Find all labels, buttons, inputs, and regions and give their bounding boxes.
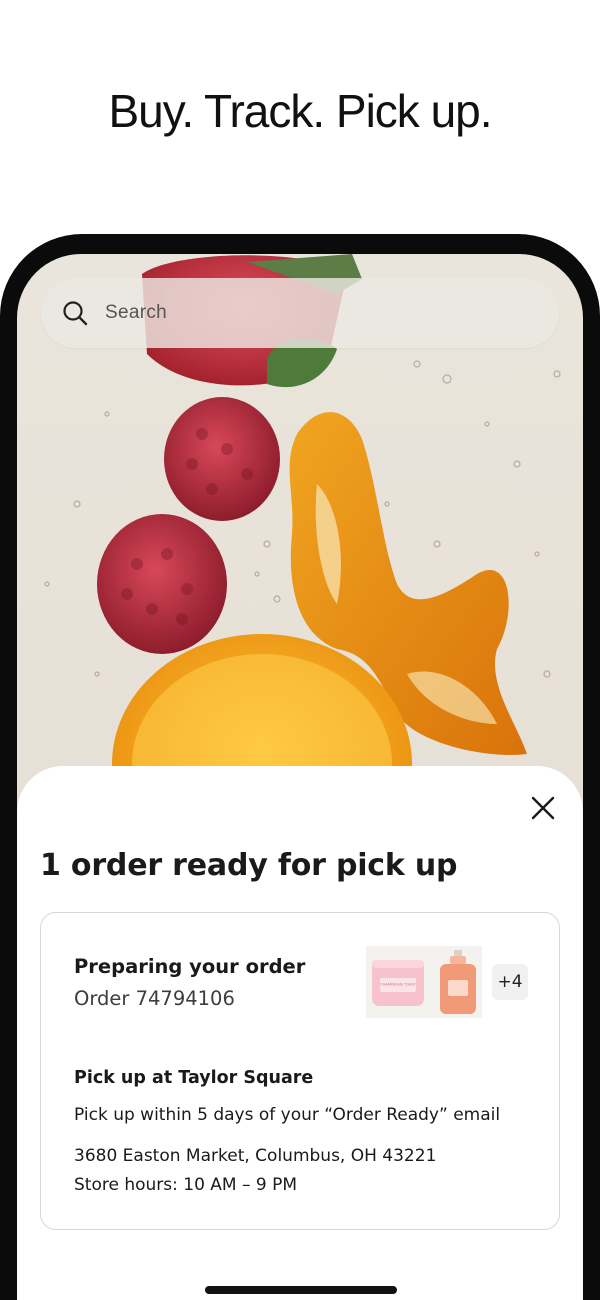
search-icon [63, 301, 88, 326]
sheet-title: 1 order ready for pick up [40, 848, 458, 883]
order-items-thumbnail[interactable]: CHAMPAGNE TOAST [366, 946, 482, 1018]
close-icon[interactable] [525, 790, 561, 826]
product-thumbnail-image: CHAMPAGNE TOAST [366, 946, 482, 1018]
home-indicator[interactable] [205, 1286, 397, 1294]
pickup-location: Pick up at Taylor Square [74, 1068, 314, 1088]
store-hours: Store hours: 10 AM – 9 PM [74, 1175, 298, 1195]
pickup-window: Pick up within 5 days of your “Order Rea… [74, 1105, 501, 1125]
order-bottom-sheet: 1 order ready for pick up Preparing your… [17, 766, 583, 1300]
more-items-badge[interactable]: +4 [492, 964, 528, 1000]
promo-headline: Buy. Track. Pick up. [108, 85, 492, 137]
search-input[interactable]: Search [105, 302, 167, 324]
raspberry-top [164, 397, 280, 521]
order-card[interactable]: Preparing your order Order 74794106 CHAM… [40, 912, 560, 1230]
store-address: 3680 Easton Market, Columbus, OH 43221 [74, 1146, 437, 1166]
raspberry-bottom [97, 514, 227, 654]
order-number: Order 74794106 [74, 987, 235, 1010]
order-status: Preparing your order [74, 955, 306, 978]
candle-label: CHAMPAGNE TOAST [380, 983, 417, 987]
search-bar[interactable]: Search [41, 278, 559, 348]
